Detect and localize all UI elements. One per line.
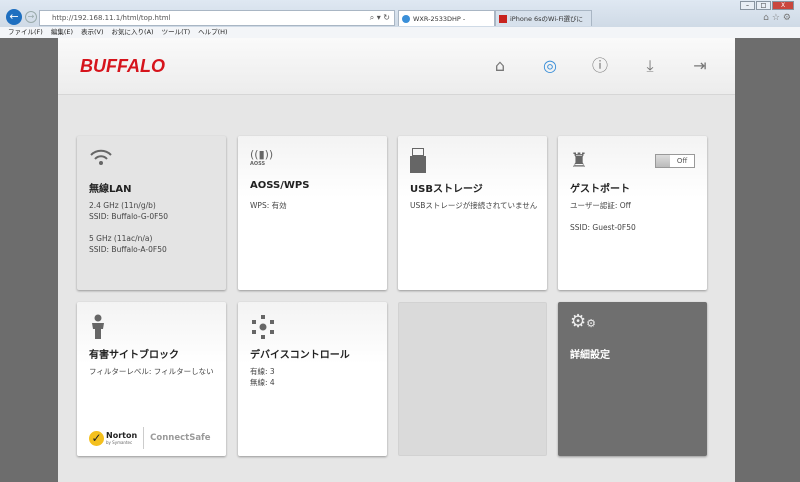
- menu-bar: ファイル(F) 編集(E) 表示(V) お気に入り(A) ツール(T) ヘルプ(…: [0, 27, 800, 38]
- guest-port-toggle[interactable]: Off: [655, 154, 695, 168]
- card-body: USBストレージが接続されていません: [410, 200, 540, 211]
- card-title: AOSS/WPS: [250, 180, 310, 191]
- wired-count: 有線: 3: [250, 367, 275, 376]
- card-usb-storage[interactable]: USBストレージ USBストレージが接続されていません: [398, 136, 547, 290]
- card-advanced-settings[interactable]: ⚙⚙ 詳細設定: [558, 302, 707, 456]
- norton-connectsafe-logo: ✓ Norton by Symantec ConnectSafe: [89, 427, 211, 449]
- card-wireless-lan[interactable]: 無線LAN 2.4 GHz (11n/g/b) SSID: Buffalo-G-…: [77, 136, 226, 290]
- card-device-control[interactable]: デバイスコントロール 有線: 3 無線: 4: [238, 302, 387, 456]
- router-page: BUFFALO ⌂ ◎ ⓘ ⤓ ⇥ 無線LAN 2.4 GHz (11n/g/b…: [58, 38, 735, 482]
- ssid-24: SSID: Buffalo-G-0F50: [89, 212, 169, 221]
- url-text: http://192.168.11.1/html/top.html: [52, 14, 171, 22]
- child-icon: [89, 314, 107, 344]
- band-5: 5 GHz (11ac/n/a): [89, 234, 153, 243]
- aoss-icon: ((▮)) AOSS: [250, 148, 274, 167]
- norton-text: Norton: [106, 431, 138, 440]
- browser-toolbar-icons[interactable]: ⌂☆⚙: [763, 13, 794, 23]
- globe-icon[interactable]: ◎: [540, 56, 560, 76]
- menu-view[interactable]: 表示(V): [81, 27, 104, 38]
- gears-icon: ⚙⚙: [570, 311, 597, 332]
- wifi-icon: [89, 148, 113, 170]
- menu-edit[interactable]: 編集(E): [51, 27, 73, 38]
- forward-button[interactable]: →: [25, 11, 37, 23]
- card-title: 詳細設定: [570, 350, 610, 361]
- maximize-button[interactable]: □: [756, 1, 771, 10]
- card-title: 有害サイトブロック: [89, 350, 179, 361]
- menu-help[interactable]: ヘルプ(H): [198, 27, 227, 38]
- band-24: 2.4 GHz (11n/g/b): [89, 201, 156, 210]
- minimize-button[interactable]: –: [740, 1, 755, 10]
- site-favicon: [499, 15, 507, 23]
- card-harmful-site-block[interactable]: 有害サイトブロック フィルターレベル: フィルターしない ✓ Norton by …: [77, 302, 226, 456]
- card-title: USBストレージ: [410, 184, 483, 195]
- card-body: 有線: 3 無線: 4: [250, 366, 380, 388]
- page-header: BUFFALO ⌂ ◎ ⓘ ⤓ ⇥: [58, 38, 735, 95]
- guest-ssid: SSID: Guest-0F50: [570, 223, 636, 232]
- tab-article[interactable]: iPhone 6sのWi-Fi選びには、...: [495, 10, 592, 39]
- ssid-5: SSID: Buffalo-A-0F50: [89, 245, 167, 254]
- search-refresh-icons[interactable]: ⌕ ▾ ↻: [370, 11, 390, 25]
- browser-titlebar: ← → http://192.168.11.1/html/top.html ⌕ ▾…: [0, 0, 800, 39]
- tab-router[interactable]: WXR-2533DHP - BUFFAL... ×: [398, 10, 495, 39]
- card-body: WPS: 有効: [250, 200, 380, 211]
- download-icon[interactable]: ⤓: [640, 56, 660, 76]
- home-icon[interactable]: ⌂: [490, 56, 510, 76]
- card-title: デバイスコントロール: [250, 350, 350, 361]
- back-button[interactable]: ←: [6, 9, 22, 25]
- card-body: 2.4 GHz (11n/g/b) SSID: Buffalo-G-0F50 5…: [89, 200, 219, 255]
- empty-card-slot: [398, 302, 547, 456]
- close-button[interactable]: X: [772, 1, 794, 10]
- guest-traveler-icon: ♜: [570, 148, 588, 172]
- aoss-label: AOSS: [250, 161, 266, 167]
- device-network-icon: [250, 314, 276, 344]
- card-guest-port[interactable]: ♜ Off ゲストポート ユーザー認証: Off SSID: Guest-0F5…: [558, 136, 707, 290]
- card-body: ユーザー認証: Off SSID: Guest-0F50: [570, 200, 700, 233]
- norton-check-icon: ✓: [89, 430, 104, 446]
- ie-favicon: [402, 15, 410, 23]
- info-icon[interactable]: ⓘ: [590, 56, 610, 76]
- window-controls: – □ X: [740, 1, 794, 10]
- card-title: ゲストポート: [570, 184, 630, 195]
- logout-icon[interactable]: ⇥: [690, 56, 710, 76]
- usb-icon: [410, 148, 426, 173]
- norton-sub: by Symantec: [106, 440, 133, 445]
- connectsafe-text: ConnectSafe: [150, 433, 211, 443]
- card-aoss-wps[interactable]: ((▮)) AOSS AOSS/WPS WPS: 有効: [238, 136, 387, 290]
- wireless-count: 無線: 4: [250, 378, 275, 387]
- wps-status: WPS: 有効: [250, 201, 287, 210]
- usb-status: USBストレージが接続されていません: [410, 201, 538, 210]
- toggle-label: Off: [670, 155, 694, 167]
- menu-favorites[interactable]: お気に入り(A): [112, 27, 154, 38]
- user-auth-status: ユーザー認証: Off: [570, 201, 631, 210]
- address-bar[interactable]: http://192.168.11.1/html/top.html ⌕ ▾ ↻: [39, 10, 395, 26]
- filter-level: フィルターレベル: フィルターしない: [89, 367, 214, 376]
- page-viewport: BUFFALO ⌂ ◎ ⓘ ⤓ ⇥ 無線LAN 2.4 GHz (11n/g/b…: [0, 38, 800, 482]
- buffalo-logo[interactable]: BUFFALO: [80, 56, 165, 77]
- menu-file[interactable]: ファイル(F): [8, 27, 43, 38]
- menu-tools[interactable]: ツール(T): [162, 27, 191, 38]
- card-title: 無線LAN: [89, 184, 132, 195]
- divider: [143, 427, 145, 449]
- card-body: フィルターレベル: フィルターしない: [89, 366, 219, 377]
